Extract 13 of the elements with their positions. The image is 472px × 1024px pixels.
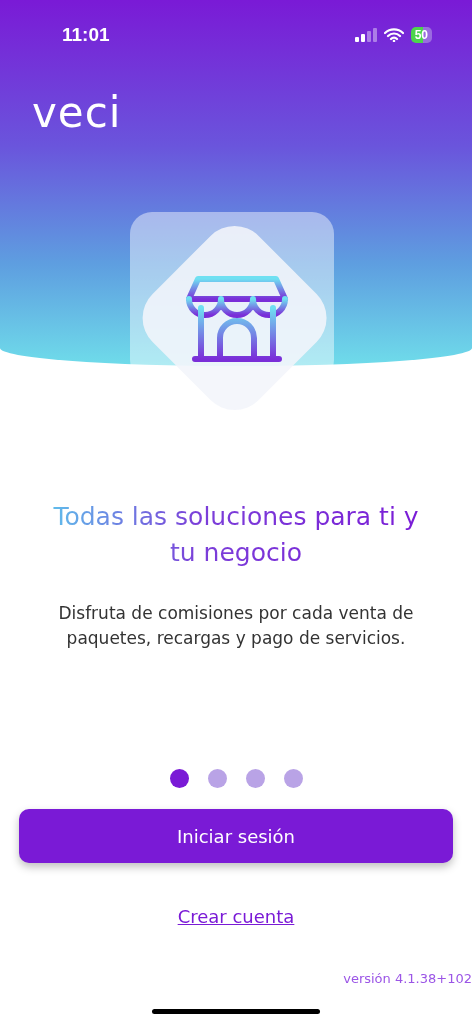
- description: Disfruta de comisiones por cada venta de paquetes, recargas y pago de servicios.: [57, 602, 415, 650]
- login-button[interactable]: Iniciar sesión: [19, 809, 453, 863]
- wifi-icon: [383, 28, 404, 42]
- version-label: versión 4.1.38+102: [343, 971, 472, 986]
- store-icon: [186, 276, 288, 362]
- create-account-link[interactable]: Crear cuenta: [177, 906, 295, 927]
- page-dot[interactable]: [245, 769, 265, 788]
- page-dot[interactable]: [169, 769, 189, 788]
- status-time: 11:01: [62, 24, 110, 46]
- page-dot[interactable]: [207, 769, 227, 788]
- page-dot[interactable]: [283, 769, 303, 788]
- signal-icon: [354, 28, 377, 42]
- veci-logo: veci: [32, 92, 122, 134]
